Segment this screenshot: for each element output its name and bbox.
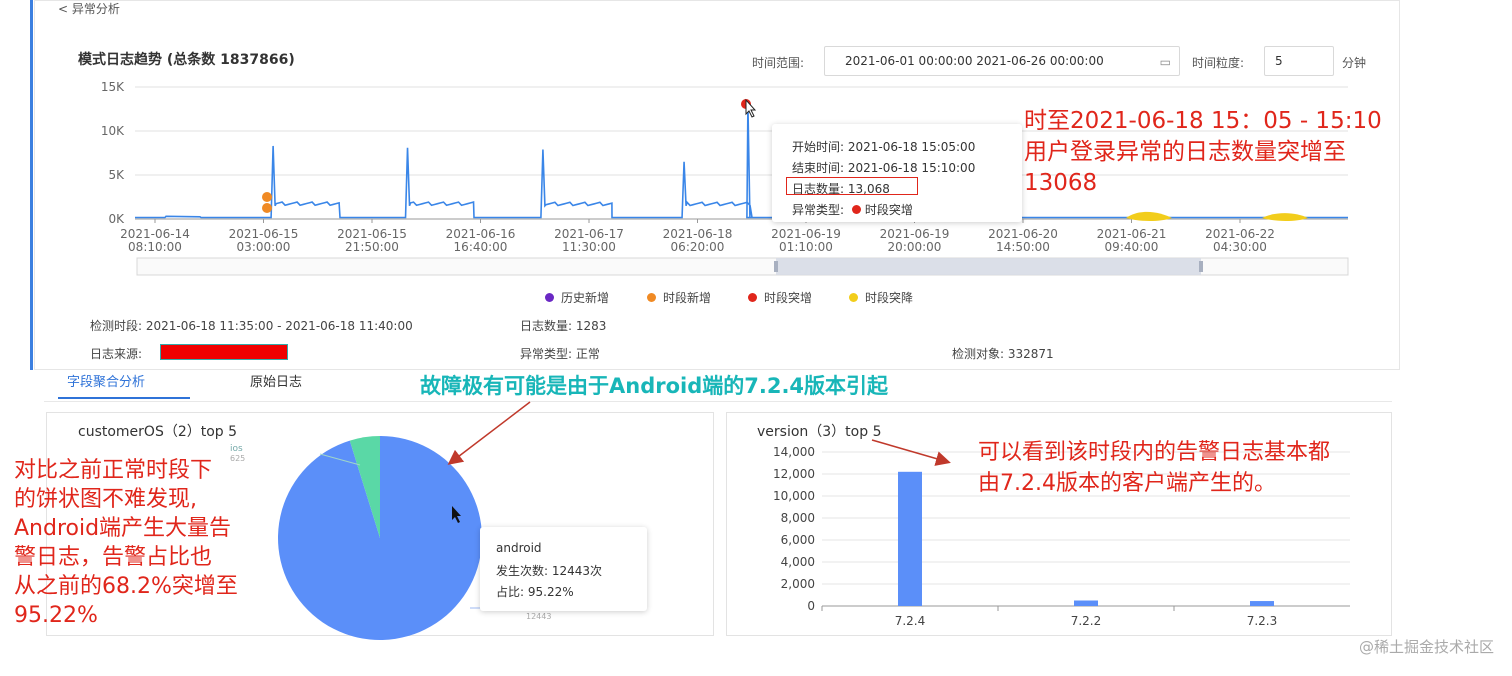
annotation-arrows bbox=[447, 401, 951, 466]
watermark: @稀土掘金技术社区 bbox=[1358, 638, 1494, 656]
arrow-to-pie bbox=[447, 401, 531, 465]
arrow-to-bars bbox=[871, 439, 951, 466]
